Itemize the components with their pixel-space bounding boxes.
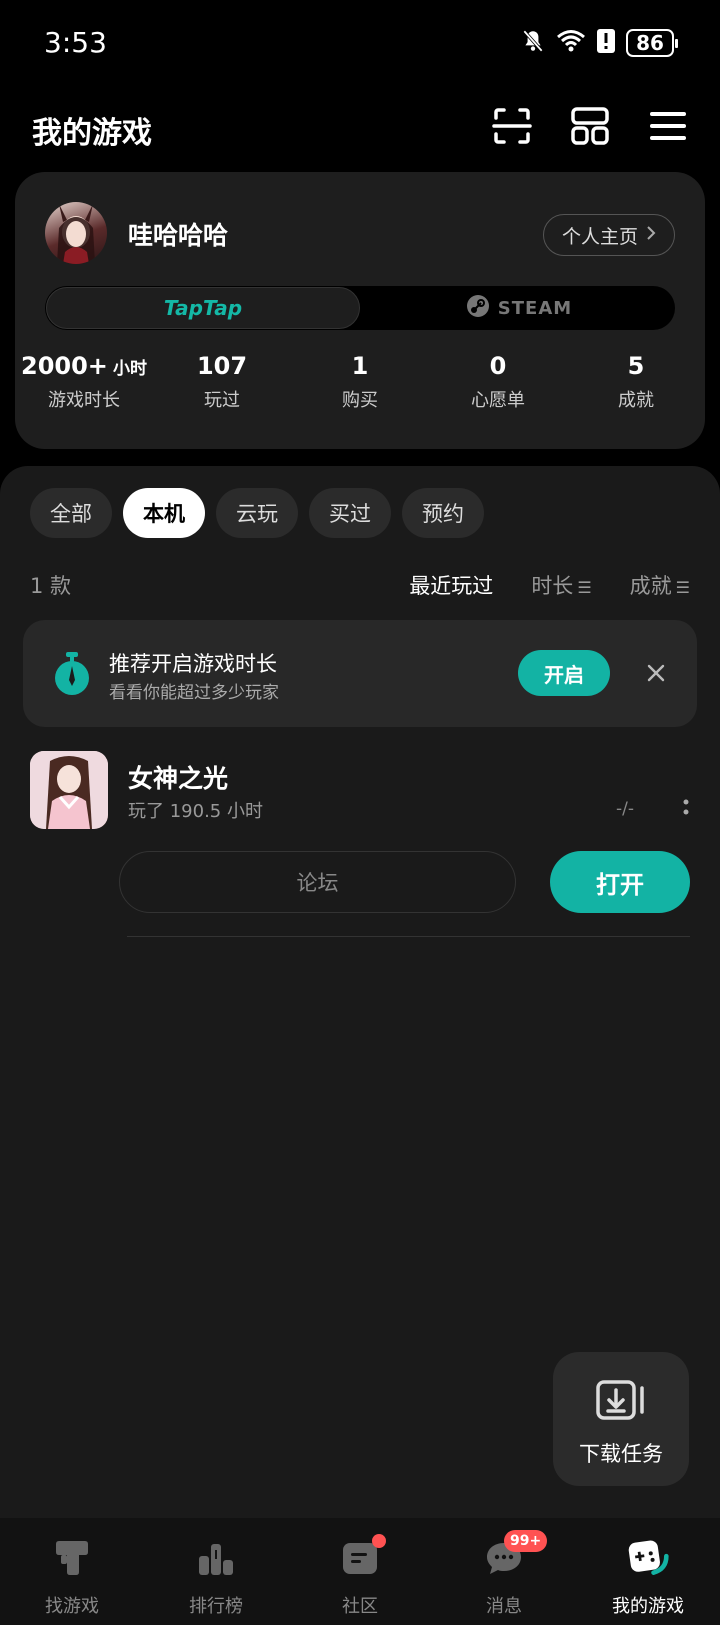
filter-chip-reserved[interactable]: 预约: [402, 488, 484, 538]
find-game-icon: [50, 1536, 94, 1580]
stat-value: 2000+: [21, 352, 108, 380]
divider: [127, 936, 690, 937]
profile-homepage-label: 个人主页: [561, 225, 638, 248]
list-meta-row: 1 款 最近玩过 时长 ☰ 成就 ☰: [30, 562, 690, 602]
sort-achievements-label: 成就: [629, 574, 672, 598]
stat-label: 心愿单: [471, 390, 525, 411]
game-icon[interactable]: [30, 751, 108, 829]
sort-achievements[interactable]: 成就 ☰: [630, 570, 690, 600]
stat-achievements[interactable]: 5 成就: [567, 352, 705, 412]
scan-icon[interactable]: [488, 102, 536, 150]
filter-chip-all[interactable]: 全部: [30, 488, 112, 538]
stats-row: 2000+ 小时 游戏时长 107 玩过 1 购买 0 心愿单 5 成就: [15, 352, 705, 412]
game-playtime: 玩了 190.5 小时: [128, 801, 263, 822]
my-games-icon: [626, 1536, 670, 1580]
status-time: 3:53: [44, 26, 107, 59]
profile-card: 哇哈哈哈 个人主页 TapTap STEAM 2000+ 小时 游戏时长 107…: [15, 172, 705, 449]
ranking-icon: [194, 1536, 238, 1580]
download-tasks-button[interactable]: 下载任务: [553, 1352, 689, 1486]
username: 哇哈哈哈: [128, 221, 229, 250]
battery-indicator: 86: [626, 29, 678, 57]
stat-playtime[interactable]: 2000+ 小时 游戏时长: [15, 352, 153, 412]
message-badge: 99+: [504, 1530, 548, 1552]
chevron-right-icon: [646, 224, 656, 246]
download-icon: [596, 1380, 646, 1426]
notification-dot: [372, 1534, 386, 1548]
nav-label: 消息: [486, 1596, 522, 1617]
game-title: 女神之光: [128, 764, 229, 793]
stat-unit: 小时: [113, 359, 147, 379]
avatar[interactable]: [45, 202, 107, 264]
nav-label: 排行榜: [189, 1596, 243, 1617]
nav-item-messages[interactable]: 99+ 消息: [432, 1518, 576, 1625]
platform-tab-steam[interactable]: STEAM: [365, 286, 673, 330]
message-icon: 99+: [482, 1530, 548, 1580]
game-list-item[interactable]: 女神之光 玩了 190.5 小时 -/- 论坛 打开: [30, 751, 690, 946]
stat-value: 107: [196, 352, 248, 380]
close-icon[interactable]: [641, 658, 671, 688]
banner-title: 推荐开启游戏时长: [109, 652, 277, 676]
game-achievement-progress: -/-: [616, 799, 634, 819]
sort-recent[interactable]: 最近玩过: [409, 570, 493, 600]
stopwatch-icon: [51, 650, 93, 698]
more-options-icon[interactable]: [682, 797, 690, 819]
status-bar: 3:53 86: [0, 0, 720, 90]
platform-tab-taptap[interactable]: TapTap: [46, 287, 360, 329]
sort-icon: ☰: [577, 578, 592, 597]
filter-chip-local[interactable]: 本机: [123, 488, 205, 538]
sort-options: 最近玩过 时长 ☰ 成就 ☰: [409, 570, 690, 600]
platform-toggle: TapTap STEAM: [45, 286, 675, 330]
stat-value: 5: [627, 352, 645, 380]
nav-label: 我的游戏: [612, 1596, 684, 1617]
sort-playtime[interactable]: 时长 ☰: [531, 570, 591, 600]
stat-label: 游戏时长: [48, 390, 120, 411]
stat-wishlist[interactable]: 0 心愿单: [429, 352, 567, 412]
page-title: 我的游戏: [32, 116, 152, 151]
header: 我的游戏: [0, 96, 720, 156]
filter-chip-bought[interactable]: 买过: [309, 488, 391, 538]
nav-item-community[interactable]: 社区: [288, 1518, 432, 1625]
stat-label: 玩过: [204, 390, 240, 411]
menu-icon[interactable]: [644, 102, 692, 150]
taptap-logo: TapTap: [163, 296, 243, 320]
status-icons: 86: [520, 28, 678, 58]
stat-played[interactable]: 107 玩过: [153, 352, 291, 412]
stat-label: 购买: [342, 390, 378, 411]
sort-playtime-label: 时长: [531, 574, 574, 598]
playtime-banner: 推荐开启游戏时长 看看你能超过多少玩家 开启: [23, 620, 697, 727]
community-icon: [338, 1534, 386, 1580]
sort-icon: ☰: [675, 578, 690, 597]
steam-label: STEAM: [497, 297, 573, 319]
enable-playtime-button[interactable]: 开启: [518, 650, 610, 696]
steam-icon: [466, 294, 490, 323]
nav-label: 找游戏: [45, 1596, 99, 1617]
grid-layout-icon[interactable]: [566, 102, 614, 150]
mute-icon: [520, 28, 546, 58]
alert-icon: [596, 28, 616, 58]
stat-label: 成就: [618, 390, 654, 411]
forum-button[interactable]: 论坛: [119, 851, 516, 913]
banner-subtitle: 看看你能超过多少玩家: [109, 683, 279, 703]
nav-item-find-game[interactable]: 找游戏: [0, 1518, 144, 1625]
game-count: 1 款: [30, 574, 72, 598]
download-tasks-label: 下载任务: [579, 1442, 663, 1466]
stat-value: 1: [351, 352, 369, 380]
nav-item-my-games[interactable]: 我的游戏: [576, 1518, 720, 1625]
stat-purchased[interactable]: 1 购买: [291, 352, 429, 412]
filter-chips: 全部 本机 云玩 买过 预约: [30, 488, 484, 538]
profile-homepage-button[interactable]: 个人主页: [542, 214, 675, 256]
filter-chip-cloud[interactable]: 云玩: [216, 488, 298, 538]
open-game-button[interactable]: 打开: [550, 851, 690, 913]
wifi-icon: [556, 28, 586, 58]
stat-value: 0: [489, 352, 507, 380]
header-actions: [488, 102, 692, 150]
nav-item-ranking[interactable]: 排行榜: [144, 1518, 288, 1625]
nav-label: 社区: [342, 1596, 378, 1617]
bottom-nav: 找游戏 排行榜 社区 99+ 消息 我的游戏: [0, 1518, 720, 1625]
